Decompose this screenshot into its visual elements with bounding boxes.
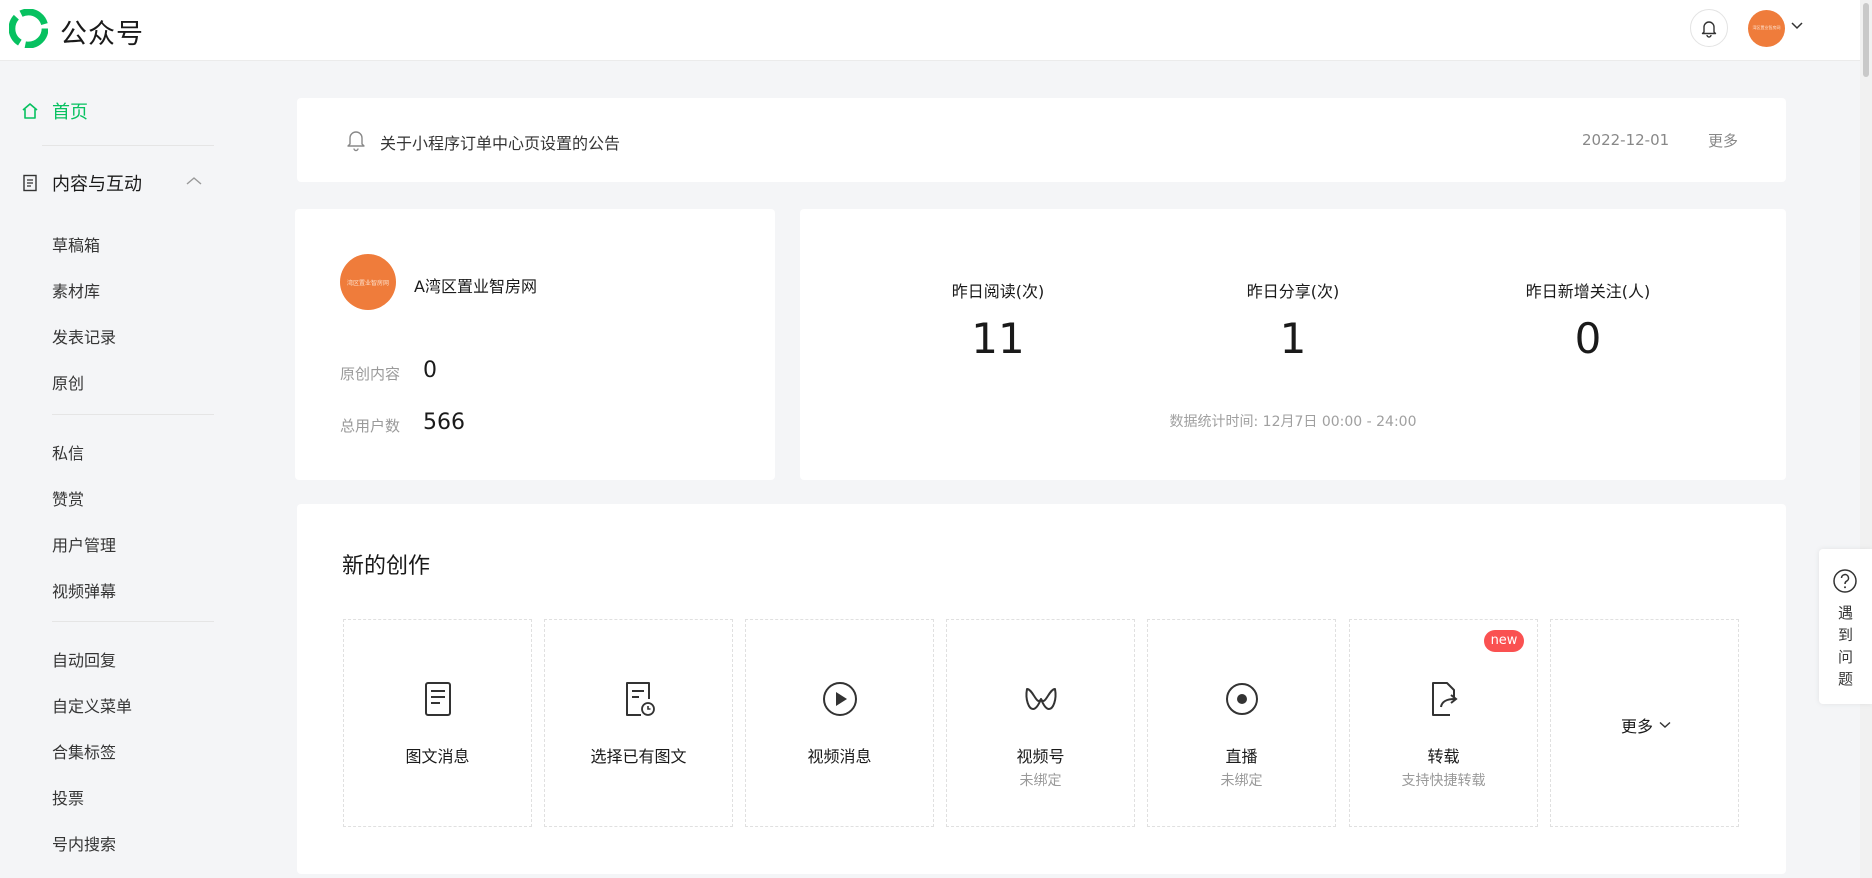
account-name[interactable]: A湾区置业智房网 bbox=[414, 273, 537, 297]
sidebar-item-appreciation[interactable]: 赞赏 bbox=[52, 486, 84, 510]
metric-value-shares: 1 bbox=[1279, 314, 1307, 363]
scrollbar-track[interactable] bbox=[1860, 0, 1872, 878]
help-char: 问 bbox=[1837, 648, 1853, 666]
document-icon bbox=[23, 174, 37, 192]
metric-label-shares: 昨日分享(次) bbox=[1246, 282, 1340, 301]
help-button[interactable]: 遇 到 问 题 bbox=[1819, 549, 1872, 704]
stat-label-original: 原创内容 bbox=[340, 365, 401, 383]
sidebar-group-content[interactable]: 内容与互动 bbox=[20, 170, 205, 196]
create-tile-article[interactable]: 图文消息 bbox=[343, 619, 532, 827]
stat-value-total-users: 566 bbox=[423, 410, 465, 435]
create-tile-video[interactable]: 视频消息 bbox=[745, 619, 934, 827]
notifications-button[interactable] bbox=[1690, 9, 1728, 47]
create-tile-channels[interactable]: 视频号 未绑定 bbox=[946, 619, 1135, 827]
notice-title-link[interactable]: 关于小程序订单中心页设置的公告 bbox=[380, 130, 620, 154]
tile-label: 直播 bbox=[1225, 747, 1258, 766]
sidebar-item-drafts[interactable]: 草稿箱 bbox=[52, 232, 100, 256]
sidebar-group-label: 内容与互动 bbox=[52, 174, 142, 195]
metric-value-reads: 11 bbox=[971, 314, 1025, 363]
create-more-button[interactable]: 更多 bbox=[1621, 713, 1671, 737]
sidebar-item-collection-tags[interactable]: 合集标签 bbox=[52, 739, 116, 763]
chevron-down-icon bbox=[1659, 721, 1671, 728]
create-tile-live[interactable]: 直播 未绑定 bbox=[1147, 619, 1336, 827]
account-avatar[interactable]: 湾区置业智房网 bbox=[1748, 10, 1785, 47]
tile-label: 选择已有图文 bbox=[590, 747, 687, 766]
logo-icon[interactable] bbox=[9, 9, 48, 48]
sidebar-item-auto-reply[interactable]: 自动回复 bbox=[52, 647, 116, 671]
sidebar-item-original[interactable]: 原创 bbox=[52, 370, 84, 394]
home-icon bbox=[22, 103, 38, 119]
existing-article-icon bbox=[625, 682, 655, 716]
help-char: 遇 bbox=[1837, 604, 1853, 622]
tile-label: 转载 bbox=[1427, 747, 1460, 766]
video-icon bbox=[822, 682, 857, 716]
create-tile-existing-article[interactable]: 选择已有图文 bbox=[544, 619, 733, 827]
metric-value-new-followers: 0 bbox=[1574, 314, 1602, 363]
metrics-footnote: 数据统计时间: 12月7日 00:00 - 24:00 bbox=[1169, 414, 1417, 430]
account-card bbox=[295, 209, 775, 480]
brand-title[interactable]: 公众号 bbox=[60, 12, 144, 51]
notice-date: 2022-12-01 bbox=[1582, 131, 1670, 149]
chevron-up-icon[interactable] bbox=[186, 176, 202, 186]
sidebar-item-custom-menu[interactable]: 自定义菜单 bbox=[52, 693, 132, 717]
sidebar-item-video-danmaku[interactable]: 视频弹幕 bbox=[52, 578, 116, 602]
help-label: 遇 到 问 题 bbox=[1819, 602, 1872, 690]
metric-label-reads: 昨日阅读(次) bbox=[951, 282, 1045, 301]
tile-label: 视频号 bbox=[1016, 747, 1065, 766]
tile-sublabel: 支持快捷转载 bbox=[1401, 773, 1486, 789]
stat-label-total-users: 总用户数 bbox=[340, 417, 401, 435]
channels-icon bbox=[1025, 688, 1056, 710]
bell-icon bbox=[347, 131, 365, 152]
chevron-down-icon[interactable] bbox=[1791, 21, 1803, 31]
sidebar-item-publish-records[interactable]: 发表记录 bbox=[52, 324, 116, 348]
create-section-title: 新的创作 bbox=[342, 554, 431, 579]
sidebar-home-label: 首页 bbox=[52, 102, 88, 123]
sidebar-item-materials[interactable]: 素材库 bbox=[52, 278, 100, 302]
sidebar-item-vote[interactable]: 投票 bbox=[52, 785, 84, 809]
help-char: 题 bbox=[1837, 670, 1853, 688]
stat-value-original: 0 bbox=[423, 358, 437, 383]
top-header: 公众号 湾区置业智房网 bbox=[0, 0, 1872, 61]
sidebar-item-messages[interactable]: 私信 bbox=[52, 440, 84, 464]
sidebar-divider bbox=[52, 414, 214, 415]
metric-label-new-followers: 昨日新增关注(人) bbox=[1525, 282, 1651, 301]
sidebar-divider bbox=[42, 145, 214, 146]
live-icon bbox=[1225, 683, 1258, 715]
account-avatar-large[interactable]: 湾区置业智房网 bbox=[340, 254, 396, 310]
more-label: 更多 bbox=[1621, 717, 1654, 736]
sidebar-item-in-account-search[interactable]: 号内搜索 bbox=[52, 831, 116, 855]
article-icon bbox=[424, 682, 451, 716]
tile-sublabel: 未绑定 bbox=[1220, 773, 1263, 789]
help-char: 到 bbox=[1837, 626, 1853, 644]
new-badge: new bbox=[1484, 630, 1524, 652]
bell-icon bbox=[1701, 21, 1717, 38]
tile-label: 图文消息 bbox=[405, 747, 470, 766]
scrollbar-thumb[interactable] bbox=[1863, 3, 1869, 77]
question-icon bbox=[1833, 569, 1857, 593]
sidebar-divider bbox=[52, 621, 214, 622]
sidebar-item-home[interactable]: 首页 bbox=[20, 98, 88, 124]
notice-more-link[interactable]: 更多 bbox=[1708, 130, 1738, 151]
repost-icon bbox=[1431, 682, 1458, 716]
tile-sublabel: 未绑定 bbox=[1019, 773, 1062, 789]
tile-label: 视频消息 bbox=[807, 747, 872, 766]
sidebar-item-user-management[interactable]: 用户管理 bbox=[52, 532, 116, 556]
